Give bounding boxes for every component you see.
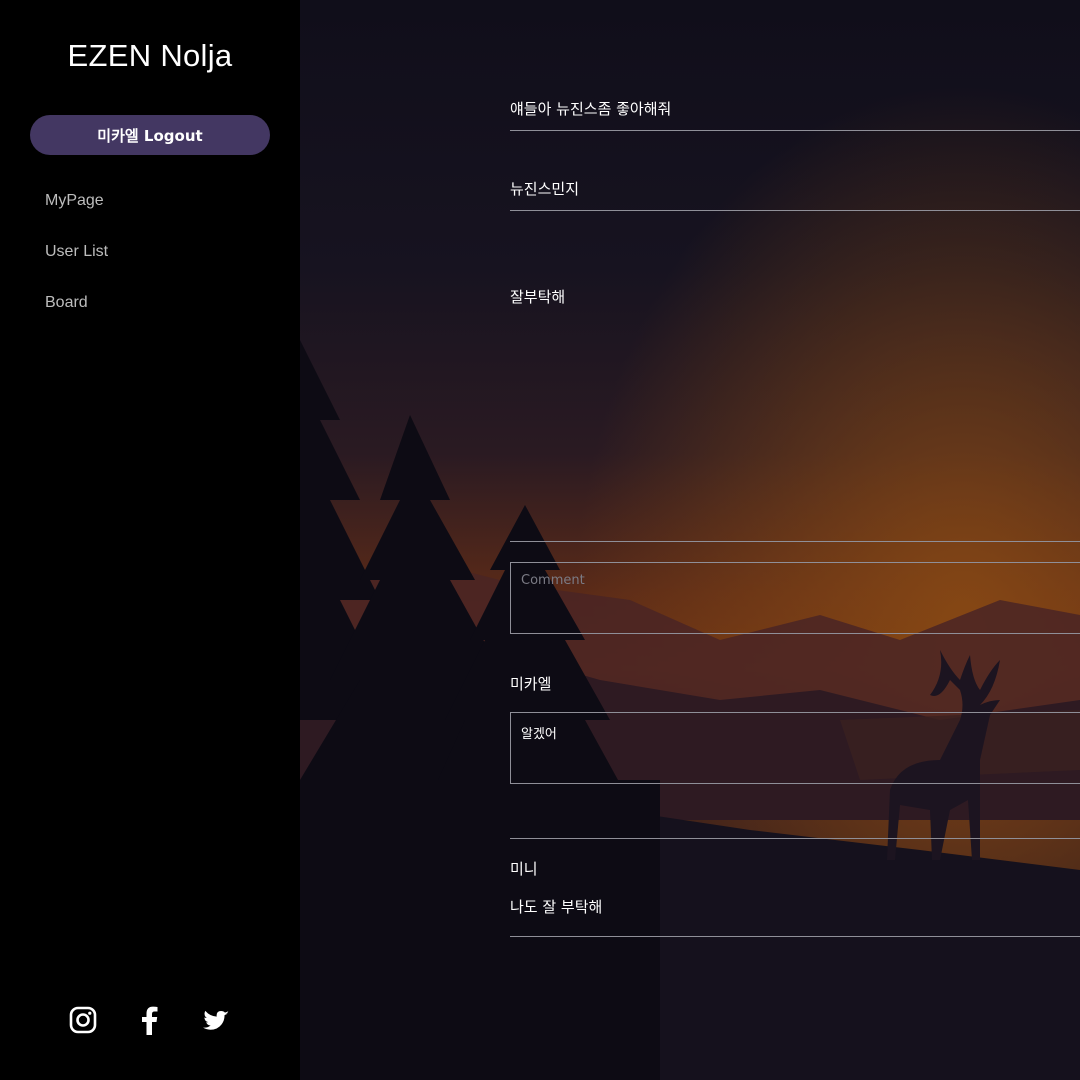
comment-author: 미카엘 — [510, 675, 552, 693]
sidebar: EZEN Nolja 미카엘 Logout MyPage User List B… — [0, 0, 300, 1080]
comment-text-box[interactable]: 알겠어 — [510, 712, 1080, 784]
post-body: 잘부탁해 — [510, 284, 1080, 542]
nav-item-user-list[interactable]: User List — [45, 241, 108, 292]
brand-title[interactable]: EZEN Nolja — [0, 38, 300, 74]
social-links — [66, 1003, 232, 1037]
comment-author: 미니 — [510, 860, 538, 878]
facebook-icon[interactable] — [132, 1003, 166, 1037]
comment-divider — [510, 936, 1080, 937]
comment-text: 나도 잘 부탁해 — [510, 898, 603, 916]
nav-item-board[interactable]: Board — [45, 292, 108, 343]
post-detail: 얘들아 뉴진스좀 좋아해줘 뉴진스민지 잘부탁해 미카엘 알겠어 미니 나도 잘… — [510, 0, 1080, 1080]
sidebar-nav: MyPage User List Board — [45, 190, 108, 343]
twitter-icon[interactable] — [198, 1003, 232, 1037]
post-author: 뉴진스민지 — [510, 176, 1080, 211]
nav-item-mypage[interactable]: MyPage — [45, 190, 108, 241]
comment-divider — [510, 838, 1080, 839]
comment-input[interactable] — [510, 562, 1080, 634]
post-title: 얘들아 뉴진스좀 좋아해줘 — [510, 96, 1080, 131]
instagram-icon[interactable] — [66, 1003, 100, 1037]
logout-button[interactable]: 미카엘 Logout — [30, 115, 270, 155]
